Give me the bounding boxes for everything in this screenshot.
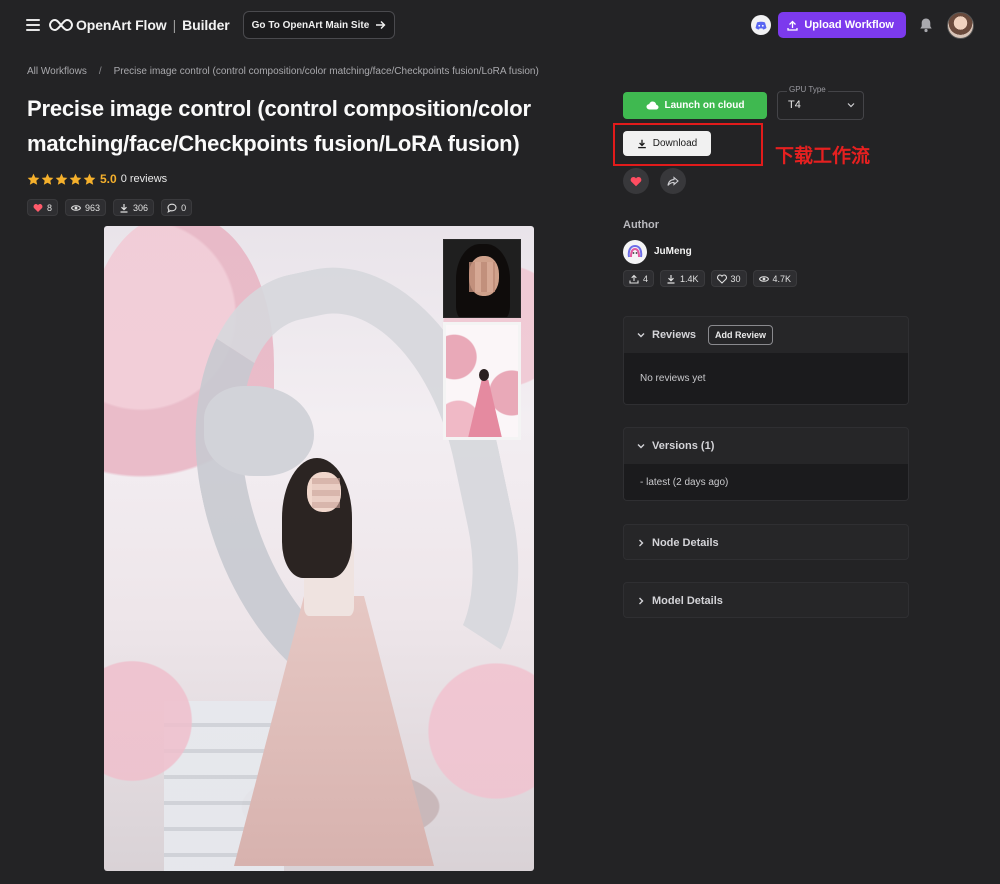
reviews-count[interactable]: 0 reviews	[121, 173, 167, 185]
heart-icon	[33, 203, 43, 212]
versions-body: - latest (2 days ago)	[624, 464, 908, 500]
version-item[interactable]: - latest (2 days ago)	[640, 477, 728, 488]
node-details-title: Node Details	[652, 537, 719, 549]
author-uploads-stat: 4	[623, 270, 655, 287]
versions-panel-header[interactable]: Versions (1)	[624, 428, 908, 464]
user-avatar[interactable]	[947, 11, 974, 39]
eye-icon	[71, 204, 82, 211]
likes-stat: 8	[27, 199, 59, 216]
download-icon	[637, 139, 646, 148]
author-likes-count: 30	[730, 273, 741, 284]
comment-icon	[167, 203, 177, 213]
star-rating	[27, 173, 96, 186]
gpu-type-select[interactable]: GPU Type T4	[777, 85, 864, 120]
composition-reference-thumbnail[interactable]	[443, 322, 521, 440]
breadcrumb-separator: /	[98, 66, 102, 77]
star-icon	[41, 173, 54, 185]
rating-value: 5.0	[100, 172, 117, 186]
reviews-panel: Reviews Add Review No reviews yet	[623, 316, 909, 405]
views-stat: 963	[65, 199, 107, 216]
upload-icon	[629, 274, 639, 284]
node-details-panel: Node Details	[623, 524, 909, 560]
upload-label: Upload Workflow	[804, 19, 894, 31]
model-details-title: Model Details	[652, 595, 723, 607]
brand-logo-text[interactable]: OpenArt Flow | Builder	[76, 17, 230, 33]
author-views-count: 4.7K	[772, 273, 792, 284]
downloads-count: 306	[133, 202, 149, 213]
share-button[interactable]	[660, 168, 686, 194]
download-icon	[667, 274, 675, 284]
cloud-icon	[646, 101, 658, 110]
face-reference-thumbnail[interactable]	[443, 239, 521, 318]
node-details-header[interactable]: Node Details	[624, 525, 908, 559]
launch-on-cloud-button[interactable]: Launch on cloud	[623, 92, 767, 119]
arrow-right-icon	[376, 21, 386, 29]
chevron-down-icon	[637, 444, 645, 449]
breadcrumb-all-workflows[interactable]: All Workflows	[27, 66, 87, 77]
download-label: Download	[652, 138, 698, 149]
heart-icon	[716, 273, 727, 284]
reviews-title: Reviews	[652, 329, 697, 341]
model-details-header[interactable]: Model Details	[624, 583, 908, 617]
chevron-right-icon	[639, 597, 644, 605]
rating-summary: 5.0 0 reviews	[27, 172, 167, 186]
download-annotation: 下载工作流	[775, 145, 871, 167]
topbar-actions: Upload Workflow	[751, 11, 974, 39]
chevron-down-icon	[637, 333, 645, 338]
hamburger-icon[interactable]	[26, 19, 40, 31]
likes-count: 8	[47, 202, 53, 213]
main-site-label: Go To OpenArt Main Site	[251, 19, 370, 31]
chevron-down-icon	[847, 103, 855, 108]
author-avatar[interactable]	[623, 240, 647, 264]
heart-icon	[630, 176, 642, 186]
versions-panel: Versions (1) - latest (2 days ago)	[623, 427, 909, 501]
breadcrumb-current: Precise image control (control compositi…	[113, 66, 539, 77]
eye-icon	[758, 275, 769, 282]
comments-count: 0	[181, 202, 187, 213]
share-icon	[667, 175, 679, 186]
top-navbar: OpenArt Flow | Builder Go To OpenArt Main …	[0, 0, 1000, 50]
main-site-button[interactable]: Go To OpenArt Main Site	[242, 11, 396, 39]
download-icon	[120, 203, 128, 213]
author-downloads-count: 1.4K	[680, 273, 699, 284]
upload-icon	[787, 20, 799, 31]
workflow-page: OpenArt Flow | Builder Go To OpenArt Main …	[0, 0, 1000, 884]
download-button[interactable]: Download	[623, 131, 711, 156]
gpu-type-label: GPU Type	[787, 85, 828, 94]
like-button[interactable]	[623, 168, 649, 194]
author-stats: 4 1.4K 30 4.7K	[623, 270, 798, 287]
page-title: Precise image control (control compositi…	[27, 96, 531, 156]
star-icon	[69, 173, 82, 185]
star-icon	[83, 173, 96, 185]
gpu-type-value: T4	[788, 99, 801, 111]
reviews-panel-header[interactable]: Reviews Add Review	[624, 317, 908, 353]
author-section-label: Author	[623, 219, 660, 231]
model-details-panel: Model Details	[623, 582, 909, 618]
no-reviews-text: No reviews yet	[640, 373, 706, 384]
author-likes-stat: 30	[710, 270, 747, 287]
star-icon	[55, 173, 68, 185]
infinity-logo-icon[interactable]	[49, 18, 73, 32]
bell-icon[interactable]	[919, 17, 933, 33]
discord-icon[interactable]	[751, 15, 772, 35]
add-review-button[interactable]: Add Review	[708, 325, 774, 345]
author-name[interactable]: JuMeng	[654, 246, 692, 257]
reviews-body: No reviews yet	[624, 353, 908, 404]
upload-workflow-button[interactable]: Upload Workflow	[778, 12, 906, 38]
author-downloads-stat: 1.4K	[660, 270, 705, 287]
downloads-stat: 306	[113, 199, 155, 216]
versions-title: Versions (1)	[652, 440, 715, 452]
launch-label: Launch on cloud	[664, 100, 745, 111]
chevron-right-icon	[639, 539, 644, 547]
star-icon	[27, 173, 40, 185]
workflow-stats: 8 963 306 0	[27, 199, 193, 216]
author-views-stat: 4.7K	[752, 270, 798, 287]
views-count: 963	[85, 202, 101, 213]
author-uploads-count: 4	[643, 273, 649, 284]
breadcrumb: All Workflows / Precise image control (c…	[27, 66, 539, 77]
comments-stat: 0	[161, 199, 193, 216]
